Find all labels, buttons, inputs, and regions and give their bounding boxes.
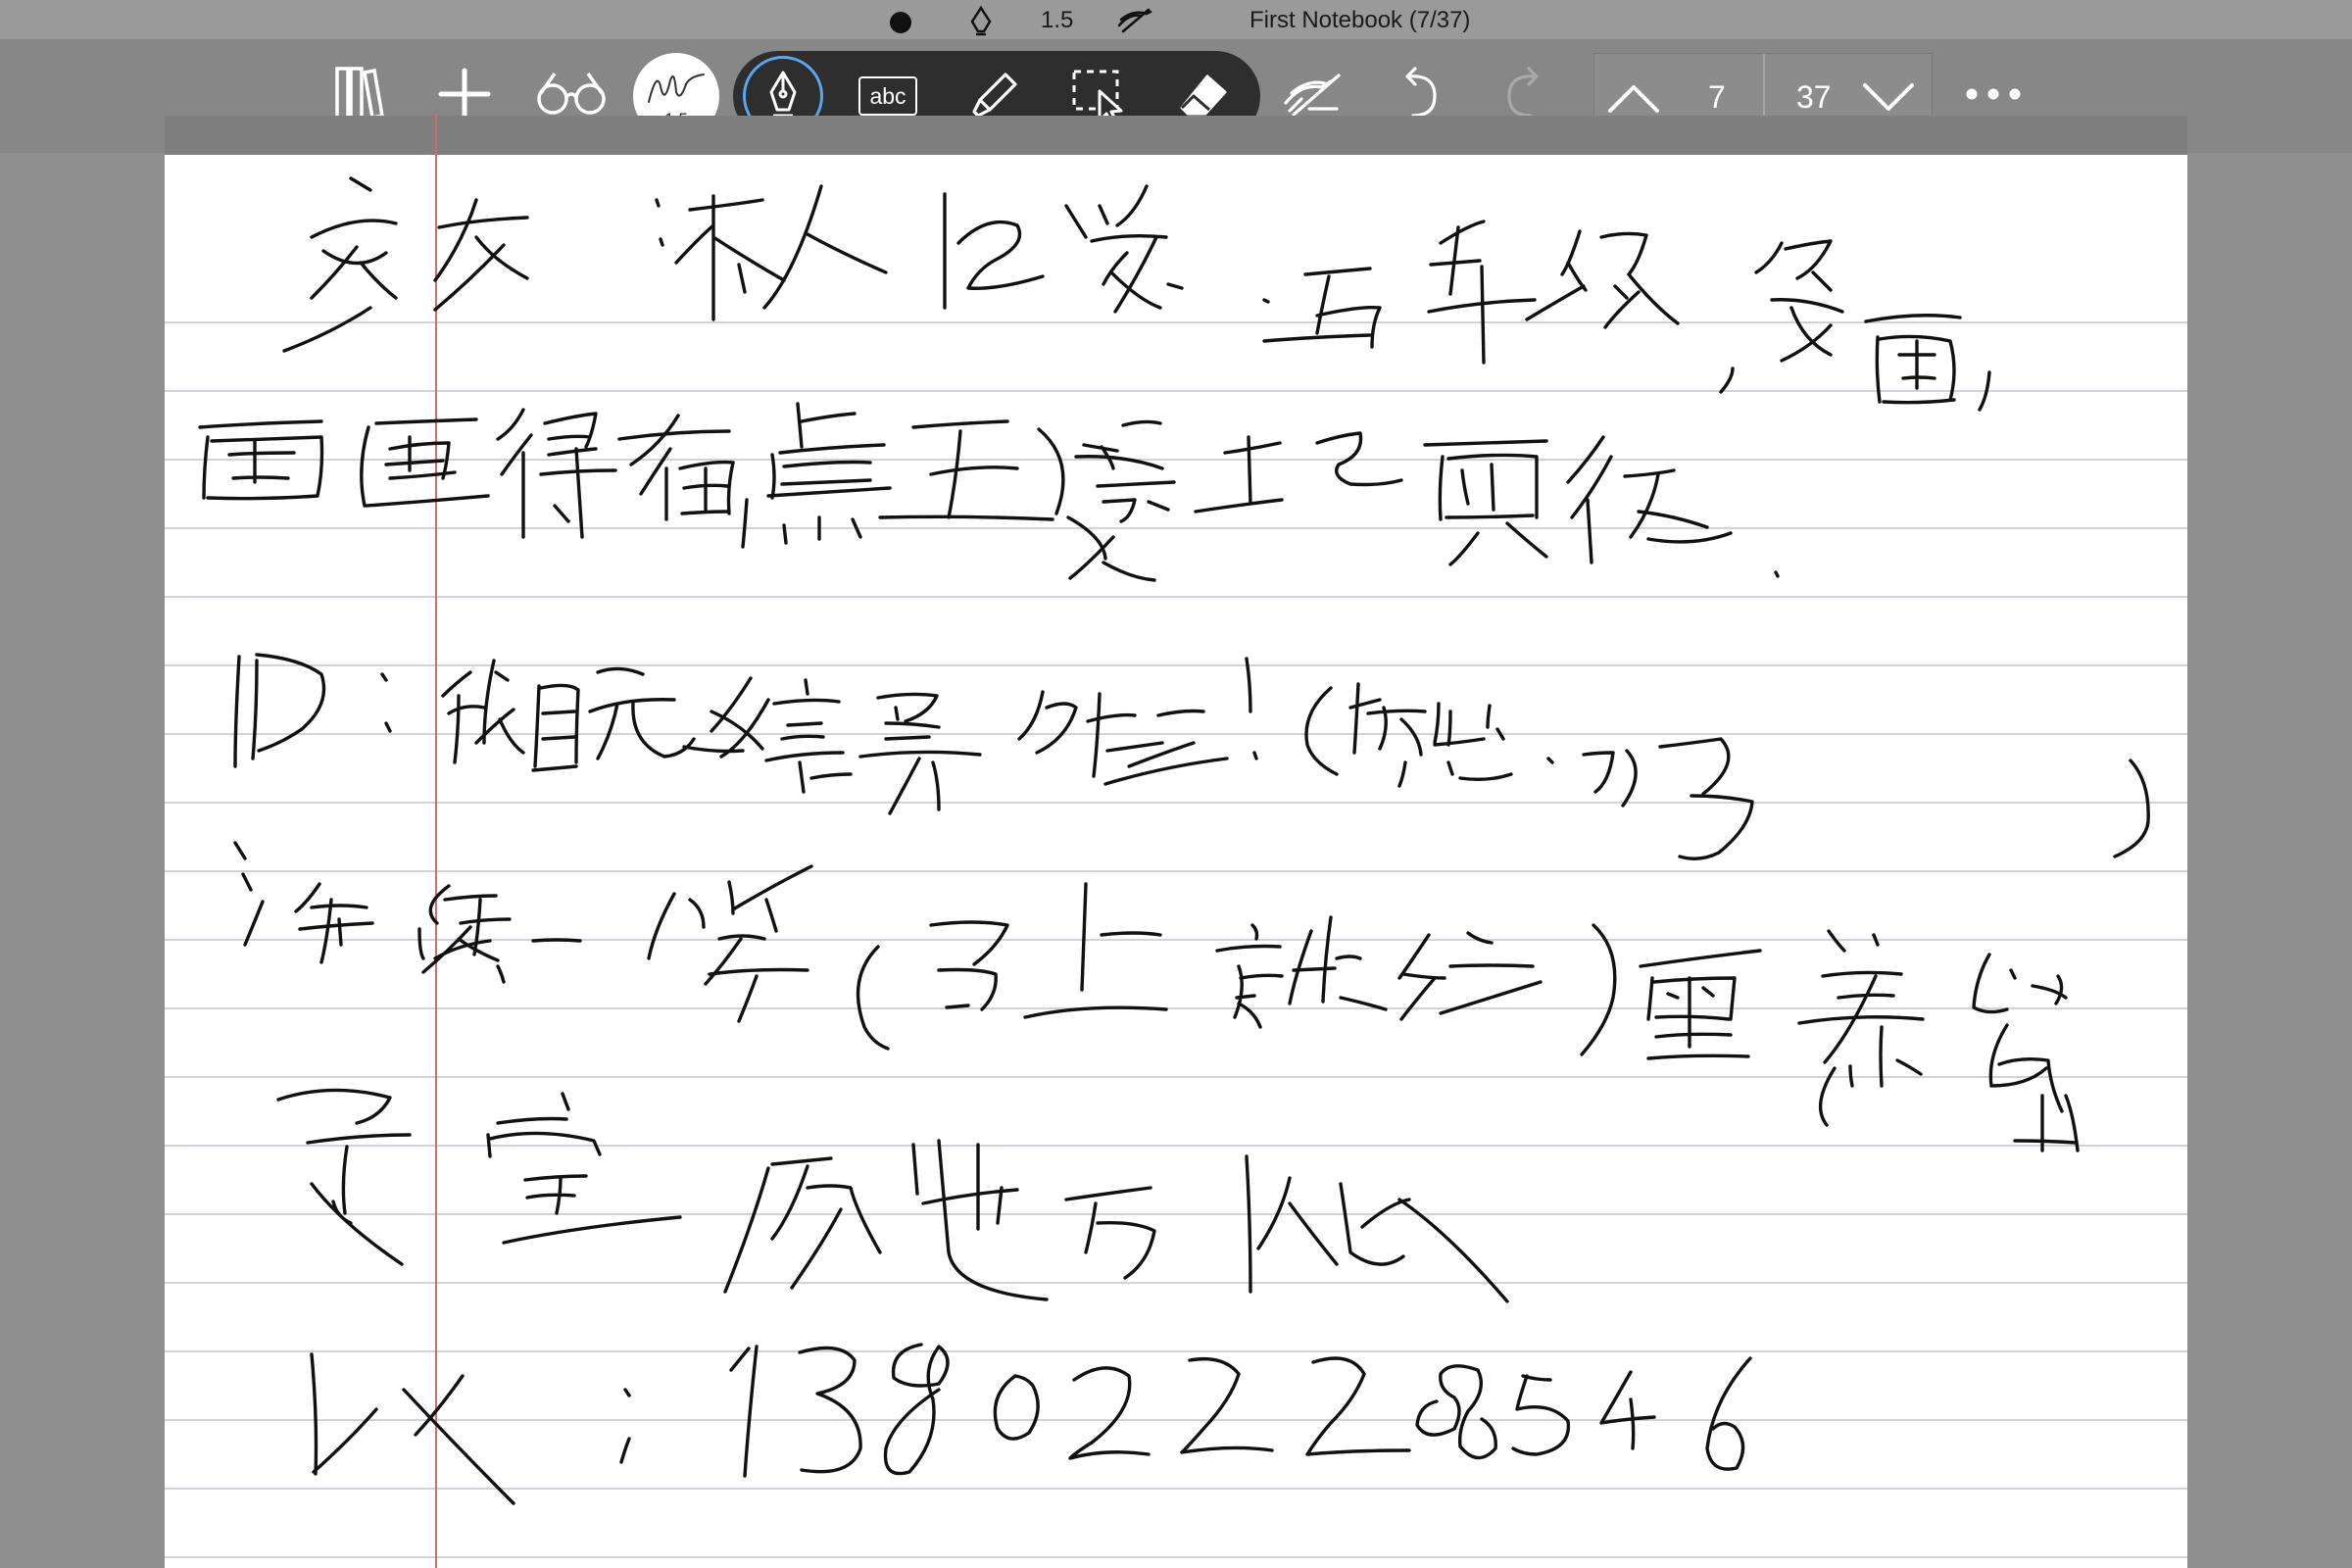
current-page-number[interactable]: 7 (1708, 79, 1726, 116)
notebook-title: First Notebook (7/37) (1250, 7, 1471, 33)
status-bar: 1.5 First Notebook (7/37) (0, 0, 2352, 39)
record-dot-icon (888, 10, 913, 35)
handwritten-ink-strokes (198, 176, 2150, 1505)
pen-nib-icon (968, 6, 994, 37)
undo-icon (1396, 67, 1443, 122)
total-pages-number: 37 (1796, 79, 1832, 115)
stroke-size-label: 1.5 (1041, 7, 1074, 33)
notebook-page[interactable] (165, 116, 2187, 1568)
hide-ink-icon (1282, 70, 1345, 119)
glasses-icon (533, 70, 610, 119)
plus-icon (437, 67, 492, 122)
redo-icon (1501, 67, 1548, 122)
signature-preview-icon (643, 67, 710, 115)
text-box-icon: abc (858, 76, 917, 116)
more-dots-icon (1964, 86, 2023, 102)
hide-ink-status-icon (1115, 6, 1154, 35)
text-tool-label: abc (869, 83, 906, 109)
eraser-icon (1176, 71, 1231, 122)
